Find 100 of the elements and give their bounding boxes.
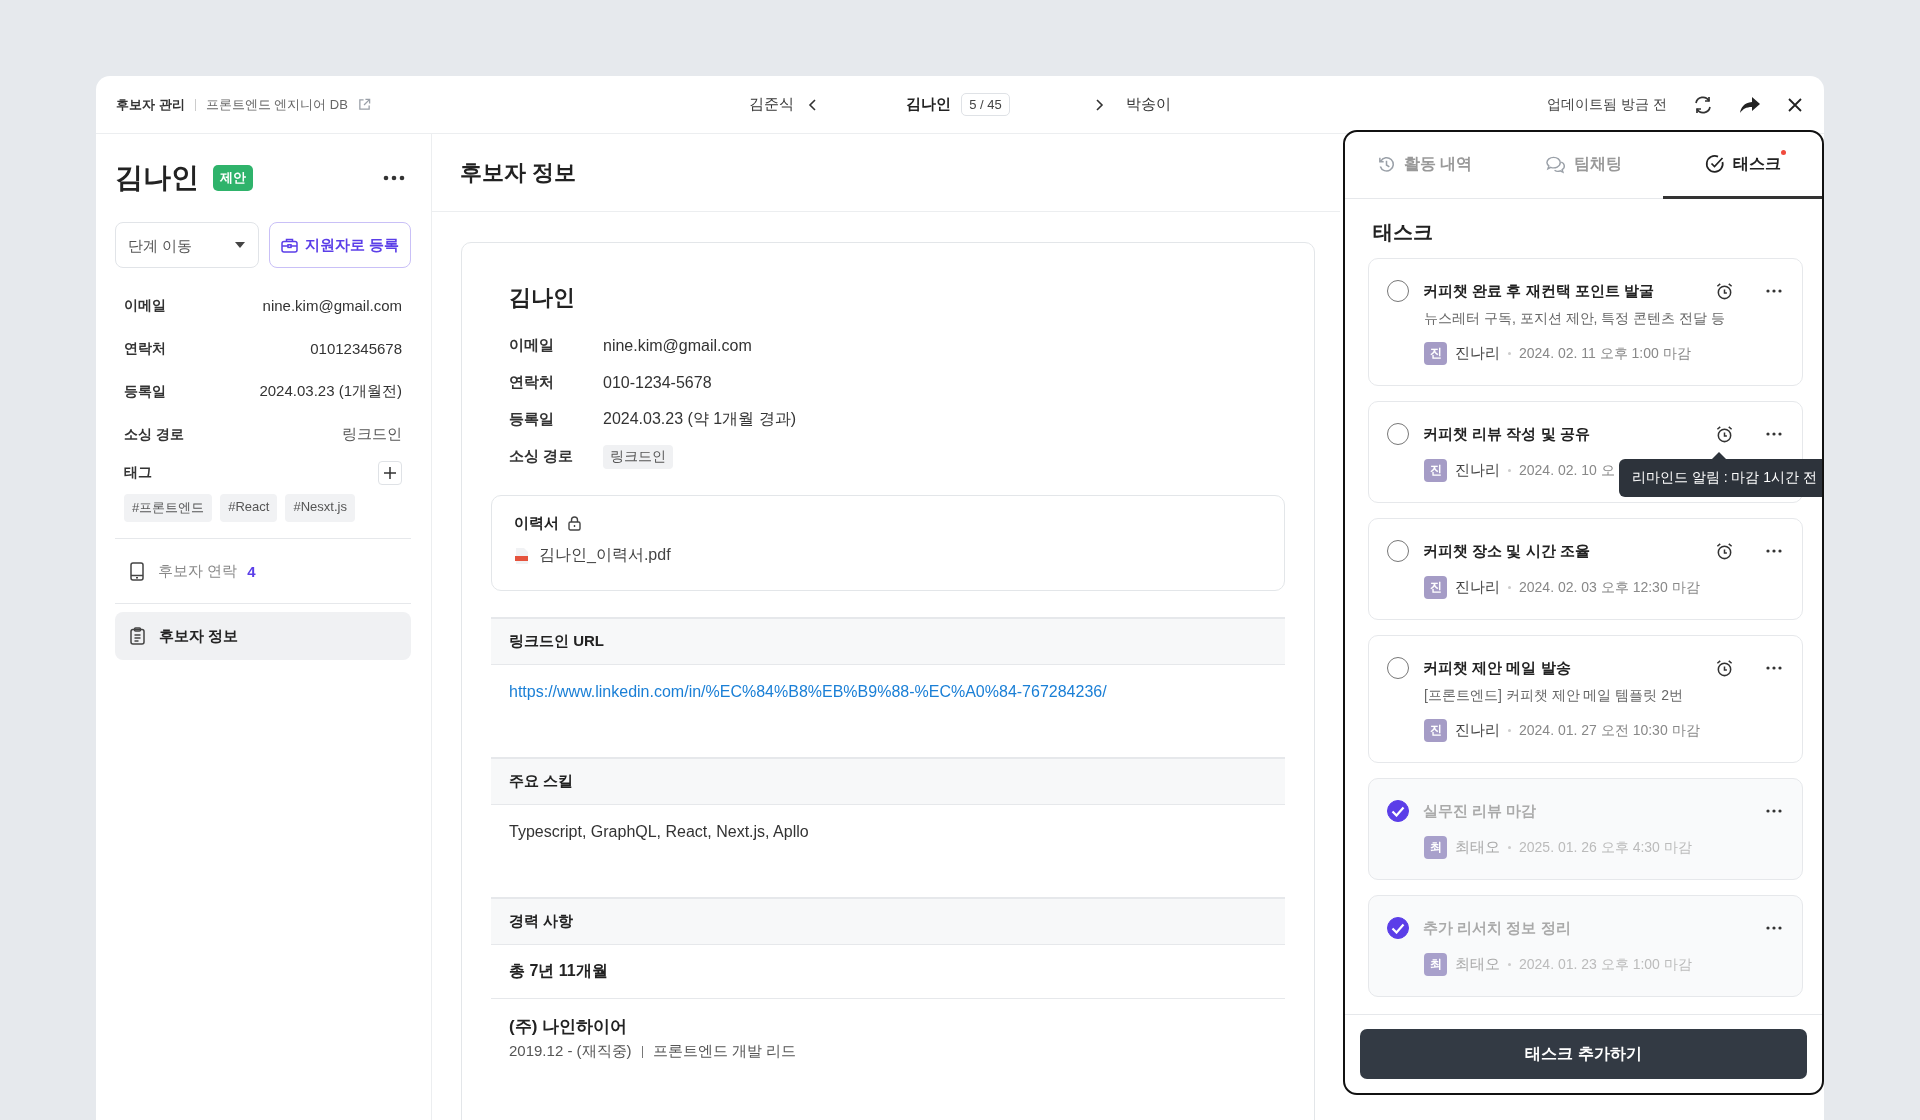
- menu-label: 후보자 정보: [159, 626, 239, 646]
- due-date: 2024. 02. 11 오후 1:00 마감: [1519, 344, 1691, 363]
- stage-badge: 제안: [213, 165, 253, 191]
- field-label: 등록일: [509, 410, 555, 429]
- task-title: 커피챗 장소 및 시간 조율: [1423, 541, 1591, 561]
- more-icon[interactable]: [1766, 289, 1782, 293]
- menu-label: 후보자 연락: [158, 561, 238, 581]
- more-icon[interactable]: [1766, 926, 1782, 930]
- add-tag-button[interactable]: [378, 461, 402, 485]
- source-tag: 링크드인: [603, 444, 673, 469]
- alarm-clock-icon[interactable]: [1715, 281, 1734, 301]
- task-title: 실무진 리뷰 마감: [1423, 801, 1538, 821]
- assignee-name: 최태오: [1455, 838, 1500, 857]
- sidebar-menu-item[interactable]: 후보자 정보: [115, 612, 411, 660]
- field-label: 소싱 경로: [509, 447, 575, 466]
- due-date: 2025. 01. 26 오후 4:30 마감: [1519, 838, 1692, 857]
- sidebar-menu-item[interactable]: 후보자 연락 4: [115, 547, 411, 595]
- assignee-avatar: 진: [1424, 576, 1447, 599]
- check-icon: [1391, 922, 1405, 934]
- assignee-avatar: 진: [1424, 459, 1447, 482]
- task-title: 커피챗 완료 후 재컨택 포인트 발굴: [1423, 281, 1655, 301]
- history-icon: [1376, 154, 1396, 174]
- current-candidate-name: 김나인: [906, 95, 952, 114]
- breadcrumb-link[interactable]: 후보자 관리: [116, 95, 185, 114]
- external-link-icon[interactable]: [357, 98, 371, 111]
- clipboard-icon: [130, 627, 145, 645]
- career-total: 총 7년 11개월: [509, 962, 608, 979]
- update-status: 업데이트됨 방금 전: [1547, 95, 1667, 114]
- close-icon[interactable]: [1786, 95, 1804, 114]
- previous-candidate-link[interactable]: 김준식: [749, 95, 795, 114]
- more-icon[interactable]: [383, 175, 405, 181]
- alarm-clock-icon[interactable]: [1715, 541, 1734, 561]
- resume-label: 이력서: [514, 514, 559, 533]
- assignee-avatar: 최: [1424, 836, 1447, 859]
- task-title: 커피챗 제안 메일 발송: [1423, 658, 1572, 678]
- field-value: 01012345678: [310, 340, 402, 357]
- more-icon[interactable]: [1766, 549, 1782, 553]
- tags-label: 태그: [124, 464, 152, 482]
- chevron-left-icon[interactable]: [808, 97, 819, 112]
- job-role: 프론트엔드 개발 리드: [652, 1042, 796, 1061]
- task-title: 커피챗 리뷰 작성 및 공유: [1423, 424, 1591, 444]
- chat-icon: [1545, 154, 1566, 174]
- chevron-right-icon[interactable]: [1093, 97, 1104, 112]
- caret-icon: [235, 242, 245, 248]
- task-checkbox[interactable]: [1387, 800, 1409, 822]
- field-value: 2024.03.23 (약 1개월 경과): [603, 409, 796, 429]
- due-date: 2024. 02. 10 오: [1519, 461, 1615, 480]
- field-label: 소싱 경로: [124, 425, 184, 444]
- pdf-file-icon[interactable]: [514, 546, 530, 565]
- field-value: 2024.03.23 (1개월전): [259, 382, 402, 401]
- assignee-avatar: 진: [1424, 342, 1447, 365]
- candidate-name: 김나인: [115, 161, 199, 195]
- check-circle-icon: [1704, 154, 1725, 174]
- share-icon[interactable]: [1739, 94, 1761, 115]
- field-label: 등록일: [124, 382, 166, 401]
- panel-heading: 태스크: [1372, 220, 1434, 245]
- due-date: 2024. 01. 27 오전 10:30 마감: [1519, 721, 1700, 740]
- section-heading: 경력 사항: [509, 912, 574, 931]
- section-title: 후보자 정보: [460, 158, 577, 187]
- contact-count: 4: [247, 562, 256, 580]
- company-name: (주) 나인하이어: [508, 1016, 629, 1038]
- skills-text: Typescript, GraphQL, React, Next.js, Apllo: [509, 823, 809, 840]
- linkedin-url-link[interactable]: https://www.linkedin.com/in/%EC%84%B8%EB%B9%88-%EC%A0%84-767284236/: [509, 683, 1107, 700]
- section-heading: 링크드인 URL: [509, 632, 604, 651]
- due-date: 2024. 02. 03 오후 12:30 마감: [1519, 578, 1700, 597]
- task-description: 뉴스레터 구독, 포지션 제안, 특정 콘텐츠 전달 등: [1424, 310, 1726, 328]
- next-candidate-link[interactable]: 박송이: [1125, 95, 1171, 114]
- plus-icon: [384, 467, 396, 479]
- tag-chip: #프론트엔드: [124, 494, 213, 522]
- alarm-clock-icon[interactable]: [1715, 658, 1734, 678]
- position-counter: 5 / 45: [961, 93, 1010, 116]
- breadcrumb-link[interactable]: 프론트엔드 엔지니어 DB: [205, 95, 348, 114]
- panel-tab[interactable]: 태스크: [1663, 132, 1822, 199]
- assignee-name: 진나리: [1455, 461, 1500, 480]
- register-applicant-button[interactable]: 지원자로 등록: [269, 222, 411, 268]
- resume-file-link[interactable]: 김나인_이력서.pdf: [539, 545, 671, 566]
- task-checkbox[interactable]: [1387, 917, 1409, 939]
- assignee-name: 최태오: [1455, 955, 1500, 974]
- more-icon[interactable]: [1766, 666, 1782, 670]
- more-icon[interactable]: [1766, 809, 1782, 813]
- alarm-clock-icon[interactable]: [1715, 424, 1734, 444]
- assignee-name: 진나리: [1455, 344, 1500, 363]
- briefcase-icon: [280, 237, 298, 253]
- task-title: 추가 리서치 정보 정리: [1423, 918, 1572, 938]
- field-value: nine.kim@gmail.com: [262, 297, 402, 314]
- add-task-button[interactable]: 태스크 추가하기: [1360, 1029, 1807, 1079]
- due-date: 2024. 01. 23 오후 1:00 마감: [1519, 955, 1692, 974]
- tag-chip: #Nesxt.js: [285, 494, 355, 522]
- field-value: 링크드인: [342, 425, 402, 444]
- tag-chip: #React: [220, 494, 278, 522]
- reminder-tooltip: 리마인드 알림 : 마감 1시간 전: [1618, 452, 1822, 497]
- stage-dropdown[interactable]: 단계 이동: [115, 222, 259, 268]
- assignee-avatar: 최: [1424, 953, 1447, 976]
- field-label: 이메일: [124, 296, 166, 315]
- check-icon: [1391, 805, 1405, 817]
- field-value: 010-1234-5678: [603, 373, 712, 392]
- profile-name: 김나인: [508, 284, 576, 312]
- section-heading: 주요 스킬: [509, 772, 574, 791]
- field-label: 이메일: [509, 336, 555, 355]
- more-icon[interactable]: [1766, 432, 1782, 436]
